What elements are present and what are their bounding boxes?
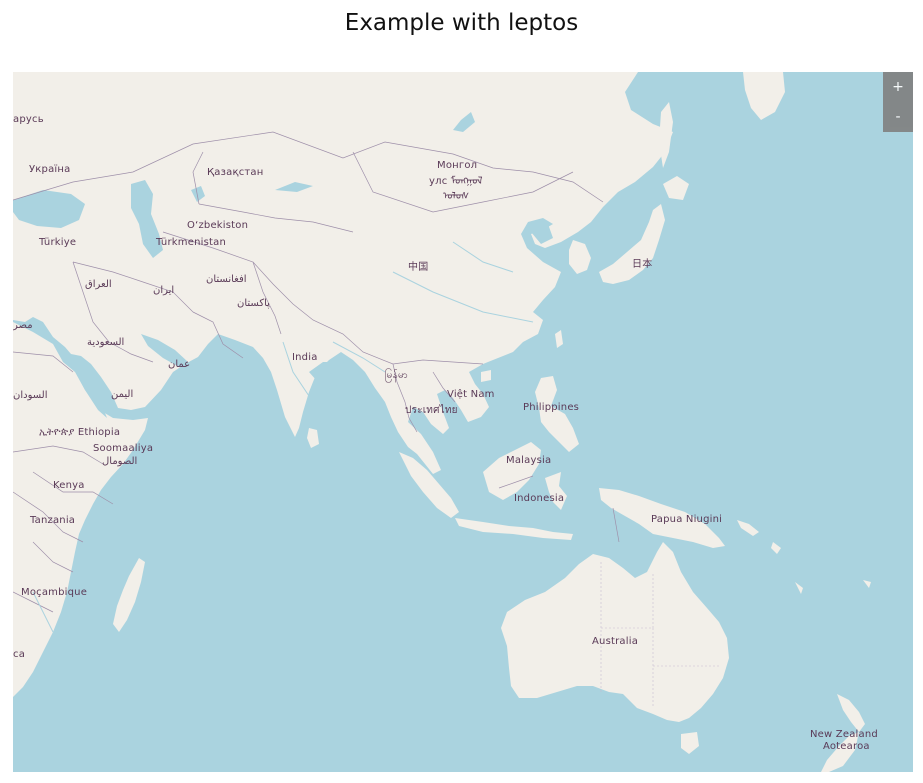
label-afghanistan: افغانستان: [206, 274, 247, 285]
label-malaysia: Malaysia: [506, 455, 552, 466]
label-uzbekistan: O‘zbekiston: [187, 220, 249, 231]
label-turkiye: Türkiye: [39, 237, 77, 248]
label-mozambique: Moçambique: [21, 587, 88, 598]
label-mongolia-3: ᠤᠯᠤᠰ: [443, 191, 470, 202]
label-mongolia-2: улс ᠮᠣᠩᠭᠣᠯ: [429, 176, 483, 187]
map-viewport[interactable]: арусь Україна Қазақстан Монгол улс ᠮᠣᠩᠭᠣ…: [13, 72, 913, 772]
page-title: Example with leptos: [344, 10, 579, 36]
label-iraq: العراق: [85, 279, 112, 290]
land-hainan: [481, 370, 491, 382]
label-kazakhstan: Қазақстан: [207, 167, 264, 178]
zoom-controls: + -: [883, 72, 913, 132]
label-ethiopia: ኢትዮጵያ Ethiopia: [39, 427, 121, 438]
label-belarus: арусь: [13, 114, 44, 125]
label-papua-new-guinea: Papua Niugini: [651, 514, 723, 525]
label-yemen: اليمن: [111, 389, 134, 400]
label-tanzania: Tanzania: [30, 515, 76, 526]
label-china: 中国: [408, 262, 429, 273]
label-indonesia: Indonesia: [514, 493, 565, 504]
label-mongolia-1: Монгол: [437, 160, 478, 171]
label-thailand: ประเทศไทย: [405, 405, 458, 416]
label-sudan: السودان: [13, 390, 48, 401]
label-kenya: Kenya: [53, 480, 85, 491]
label-australia: Australia: [592, 636, 639, 647]
zoom-in-button[interactable]: +: [883, 72, 913, 102]
label-new-zealand: New Zealand: [810, 729, 878, 740]
label-myanmar: မြန်မာ: [385, 370, 408, 381]
label-pakistan: پاکستان: [237, 298, 270, 309]
label-ukraine: Україна: [29, 164, 71, 175]
label-africa-fragment: ca: [13, 649, 26, 660]
label-egypt: مصر: [13, 320, 33, 331]
label-saudi: السعودية: [87, 337, 125, 348]
label-turkmenistan: Türkmenistan: [156, 237, 226, 248]
label-india: India: [292, 352, 318, 363]
zoom-out-button[interactable]: -: [883, 102, 913, 132]
label-oman: عمان: [168, 359, 191, 370]
label-vietnam: Việt Nam: [447, 389, 495, 400]
label-aotearoa: Aotearoa: [823, 741, 870, 752]
label-iran: ایران: [153, 285, 175, 296]
label-philippines: Philippines: [523, 402, 580, 413]
label-somalia-1: Soomaaliya: [93, 443, 154, 454]
label-somalia-2: الصومال: [102, 456, 138, 467]
label-japan: 日本: [632, 259, 653, 270]
